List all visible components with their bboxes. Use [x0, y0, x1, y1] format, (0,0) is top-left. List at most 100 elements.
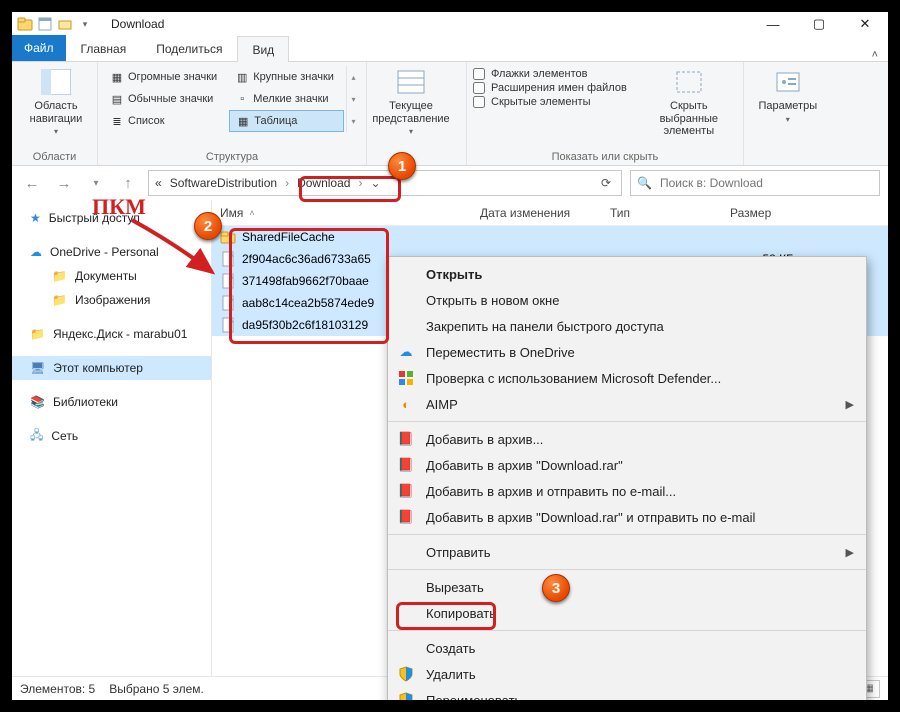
ctx-defender-scan[interactable]: Проверка с использованием Microsoft Defe…: [388, 365, 866, 391]
star-icon: ★: [30, 211, 41, 225]
ctx-send-to[interactable]: Отправить▶: [388, 539, 866, 565]
tab-home[interactable]: Главная: [66, 35, 142, 61]
ctx-open-new-window[interactable]: Открыть в новом окне: [388, 287, 866, 313]
chk-extensions[interactable]: Расширения имен файлов: [473, 82, 627, 94]
folder-icon: 📁: [52, 269, 67, 283]
chevron-right-icon[interactable]: ›: [285, 176, 289, 190]
sidebar-yandex-disk[interactable]: 📁 Яндекс.Диск - marabu01: [12, 322, 211, 346]
libraries-icon: 📚: [30, 395, 45, 409]
onedrive-icon: ☁: [396, 342, 416, 362]
col-size[interactable]: Размер: [722, 206, 802, 220]
sidebar-this-pc[interactable]: 🖥 Этот компьютер: [12, 356, 211, 380]
shield-icon: [396, 664, 416, 684]
ctx-pin-quick[interactable]: Закрепить на панели быстрого доступа: [388, 313, 866, 339]
search-input[interactable]: [658, 175, 873, 191]
ctx-delete[interactable]: Удалить: [388, 661, 866, 687]
ribbon-group-layout: Структура: [104, 149, 360, 163]
file-icon: [220, 295, 236, 311]
tab-view[interactable]: Вид: [237, 36, 289, 62]
context-menu: Открыть Открыть в новом окне Закрепить н…: [387, 256, 867, 700]
chk-hidden[interactable]: Скрытые элементы: [473, 96, 627, 108]
col-type[interactable]: Тип: [602, 206, 722, 220]
layout-huge[interactable]: ▦Огромные значки: [104, 66, 227, 88]
network-icon: 🖧: [30, 426, 43, 447]
ctx-add-archive[interactable]: 📕Добавить в архив...: [388, 426, 866, 452]
file-name: 2f904ac6c36ad6733a65: [242, 252, 371, 266]
shield-icon: [396, 690, 416, 700]
file-name: da95f30b2c6f18103129: [242, 318, 368, 332]
layout-scroll[interactable]: ▴▾▾: [346, 66, 360, 132]
ribbon-group-panes: Области: [18, 149, 91, 163]
hide-selected-icon: [673, 66, 705, 98]
chevron-right-icon[interactable]: ›: [358, 176, 362, 190]
address-bar[interactable]: « SoftwareDistribution › Download › ⌄ ⟳: [148, 170, 622, 196]
file-icon: [220, 273, 236, 289]
hide-selected-button[interactable]: Скрыть выбранные элементы: [641, 66, 737, 138]
ctx-new-shortcut[interactable]: Создать: [388, 635, 866, 661]
forward-button[interactable]: →: [52, 171, 76, 195]
nav-pane-icon: [40, 66, 72, 98]
large-icon: ▥: [235, 70, 249, 84]
layout-table[interactable]: ▦Таблица: [229, 110, 344, 132]
current-view-icon: [395, 66, 427, 98]
col-name[interactable]: Имя˄: [212, 206, 472, 220]
tab-file[interactable]: Файл: [12, 35, 66, 61]
file-icon: [220, 317, 236, 333]
ctx-add-download-rar[interactable]: 📕Добавить в архив "Download.rar": [388, 452, 866, 478]
up-button[interactable]: ↑: [116, 171, 140, 195]
col-date[interactable]: Дата изменения: [472, 206, 602, 220]
sidebar-docs[interactable]: 📁 Документы: [12, 264, 211, 288]
qat-new-folder-icon[interactable]: [56, 15, 74, 33]
back-button[interactable]: ←: [20, 171, 44, 195]
layout-small[interactable]: ▫Мелкие значки: [229, 88, 344, 110]
ctx-archive-email[interactable]: 📕Добавить в архив и отправить по e-mail.…: [388, 478, 866, 504]
layout-large[interactable]: ▥Крупные значки: [229, 66, 344, 88]
layout-normal[interactable]: ▤Обычные значки: [104, 88, 227, 110]
window-title: Download: [111, 17, 164, 31]
ctx-open[interactable]: Открыть: [388, 261, 866, 287]
folder-icon: [220, 229, 236, 245]
sidebar-quick-access[interactable]: ★ Быстрый доступ: [12, 206, 211, 230]
winrar-icon: 📕: [396, 429, 416, 449]
ctx-move-onedrive[interactable]: ☁Переместить в OneDrive: [388, 339, 866, 365]
ribbon-collapse-icon[interactable]: ˄: [872, 49, 878, 61]
tab-share[interactable]: Поделиться: [141, 35, 237, 61]
recent-dropdown[interactable]: ▾: [84, 171, 108, 195]
file-icon: [220, 251, 236, 267]
qat-properties-icon[interactable]: [36, 15, 54, 33]
search-box[interactable]: 🔍: [630, 170, 880, 196]
qat-dropdown-icon[interactable]: ▾: [76, 15, 94, 33]
maximize-button[interactable]: ▢: [796, 12, 842, 36]
ribbon-view: Область навигации ▾ Области ▦Огромные зн…: [12, 62, 888, 166]
sidebar-pics[interactable]: 📁 Изображения: [12, 288, 211, 312]
table-row[interactable]: SharedFileCache: [212, 226, 888, 248]
ctx-download-rar-email[interactable]: 📕Добавить в архив "Download.rar" и отпра…: [388, 504, 866, 530]
app-icon: [16, 15, 34, 33]
close-button[interactable]: ✕: [842, 12, 888, 36]
addr-history-icon[interactable]: ⌄: [366, 176, 384, 190]
crumb-download[interactable]: Download: [293, 174, 354, 192]
sidebar-libraries[interactable]: 📚 Библиотеки: [12, 390, 211, 414]
options-button[interactable]: Параметры ▾: [750, 66, 826, 124]
crumb-softwaredistribution[interactable]: SoftwareDistribution: [166, 174, 281, 192]
minimize-button[interactable]: —: [750, 12, 796, 36]
chevron-right-icon: ▶: [846, 398, 854, 411]
current-view-button[interactable]: Текущее представление ▾: [373, 66, 449, 136]
ctx-cut[interactable]: Вырезать: [388, 574, 866, 600]
layout-list[interactable]: ≣Список: [104, 110, 227, 132]
nav-tree[interactable]: ★ Быстрый доступ ☁ OneDrive - Personal 📁…: [12, 200, 212, 676]
column-headers[interactable]: Имя˄ Дата изменения Тип Размер: [212, 200, 888, 226]
ctx-rename[interactable]: Переименовать: [388, 687, 866, 700]
chk-flags[interactable]: Флажки элементов: [473, 68, 627, 80]
status-count: Элементов: 5: [20, 682, 95, 696]
refresh-icon[interactable]: ⟳: [597, 176, 615, 190]
chevron-right-icon: ▶: [846, 546, 854, 559]
sidebar-onedrive[interactable]: ☁ OneDrive - Personal: [12, 240, 211, 264]
nav-pane-button[interactable]: Область навигации ▾: [18, 66, 94, 136]
sidebar-network[interactable]: 🖧 Сеть: [12, 424, 211, 448]
ctx-aimp[interactable]: ◐AIMP▶: [388, 391, 866, 417]
file-name: 371498fab9662f70baae: [242, 274, 369, 288]
ribbon-group-showhide: Показать или скрыть: [473, 149, 737, 163]
ctx-copy[interactable]: Копировать: [388, 600, 866, 626]
addr-prefix: «: [155, 176, 162, 190]
